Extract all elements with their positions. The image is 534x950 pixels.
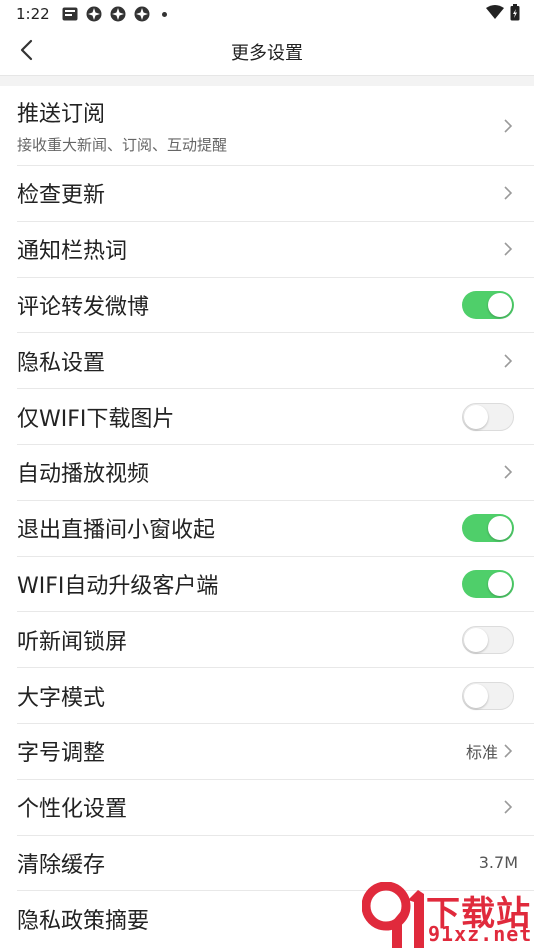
cache-size-value: 3.7M [478, 853, 518, 873]
setting-label: 字号调整 [17, 741, 106, 767]
setting-privacy[interactable]: 隐私设置 [17, 333, 534, 390]
setting-label: 大字模式 [17, 685, 106, 711]
settings-list: 推送订阅 接收重大新闻、订阅、互动提醒 检查更新 通知栏热词 评论转发微博 隐私… [0, 86, 534, 947]
lock-screen-toggle[interactable] [462, 625, 514, 654]
status-right [486, 3, 520, 25]
wifi-upgrade-toggle[interactable] [462, 569, 514, 598]
toggle-knob [464, 683, 488, 708]
setting-label: 退出直播间小窗收起 [17, 518, 216, 544]
status-bar: 1:22 [0, 0, 534, 28]
chevron-left-icon [19, 39, 33, 65]
setting-label: 听新闻锁屏 [17, 629, 128, 655]
comment-weibo-toggle[interactable] [462, 290, 514, 319]
setting-label: 自动播放视频 [17, 462, 150, 488]
chevron-right-icon [502, 118, 514, 134]
big-font-toggle[interactable] [462, 681, 514, 710]
setting-personalization[interactable]: 个性化设置 [17, 780, 534, 836]
toggle-knob [488, 292, 512, 317]
live-window-toggle[interactable] [462, 514, 514, 543]
watermark-url: 91xz.net [428, 922, 533, 946]
toggle-knob [488, 571, 512, 596]
setting-label: 清除缓存 [17, 852, 106, 878]
chevron-right-icon [502, 799, 514, 815]
toggle-knob [464, 627, 488, 652]
setting-label: 隐私设置 [17, 350, 106, 376]
status-left: 1:22 [16, 5, 167, 23]
watermark: 下载站 91xz.net [362, 882, 534, 950]
setting-label: 个性化设置 [17, 797, 128, 823]
setting-check-update[interactable]: 检查更新 [17, 166, 534, 222]
setting-comment-weibo: 评论转发微博 [17, 278, 534, 334]
setting-texts: 推送订阅 接收重大新闻、订阅、互动提醒 [17, 96, 502, 155]
chevron-right-icon [502, 353, 514, 369]
setting-label: 推送订阅 [17, 102, 106, 127]
wifi-icon [486, 5, 504, 23]
setting-autoplay-video[interactable]: 自动播放视频 [17, 445, 534, 501]
setting-big-font-mode: 大字模式 [17, 668, 534, 724]
status-time: 1:22 [16, 5, 50, 23]
chevron-right-icon [502, 241, 514, 257]
toggle-knob [464, 404, 488, 429]
setting-wifi-images: 仅WIFI下载图片 [17, 389, 534, 445]
section-gap [0, 76, 534, 86]
more-dot-icon [161, 11, 167, 17]
notification-app-icon [62, 6, 78, 22]
setting-label: WIFI自动升级客户端 [17, 573, 219, 599]
chevron-right-icon [502, 185, 514, 201]
setting-label: 通知栏热词 [17, 239, 128, 265]
setting-news-lock-screen: 听新闻锁屏 [17, 612, 534, 669]
notification-spin-icon [134, 6, 150, 22]
setting-live-mini-window: 退出直播间小窗收起 [17, 501, 534, 557]
notification-spin-icon [110, 6, 126, 22]
setting-label: 评论转发微博 [17, 294, 150, 320]
setting-notification-hotwords[interactable]: 通知栏热词 [17, 222, 534, 278]
setting-subtitle: 接收重大新闻、订阅、互动提醒 [17, 136, 228, 154]
wifi-images-toggle[interactable] [462, 402, 514, 431]
battery-icon [510, 3, 520, 25]
notification-spin-icon [86, 6, 102, 22]
back-button[interactable] [10, 36, 42, 68]
nav-bar: 更多设置 [0, 28, 534, 76]
font-size-value: 标准 [465, 743, 498, 763]
watermark-logo-icon [362, 882, 424, 948]
setting-wifi-auto-upgrade: WIFI自动升级客户端 [17, 557, 534, 613]
chevron-right-icon [502, 464, 514, 480]
setting-label: 检查更新 [17, 183, 106, 209]
page-title: 更多设置 [231, 42, 303, 64]
chevron-right-icon [502, 743, 514, 759]
toggle-knob [488, 516, 512, 541]
setting-font-size[interactable]: 字号调整 标准 [17, 724, 534, 780]
setting-label: 仅WIFI下载图片 [17, 406, 175, 432]
setting-push-subscribe[interactable]: 推送订阅 接收重大新闻、订阅、互动提醒 [17, 86, 534, 166]
